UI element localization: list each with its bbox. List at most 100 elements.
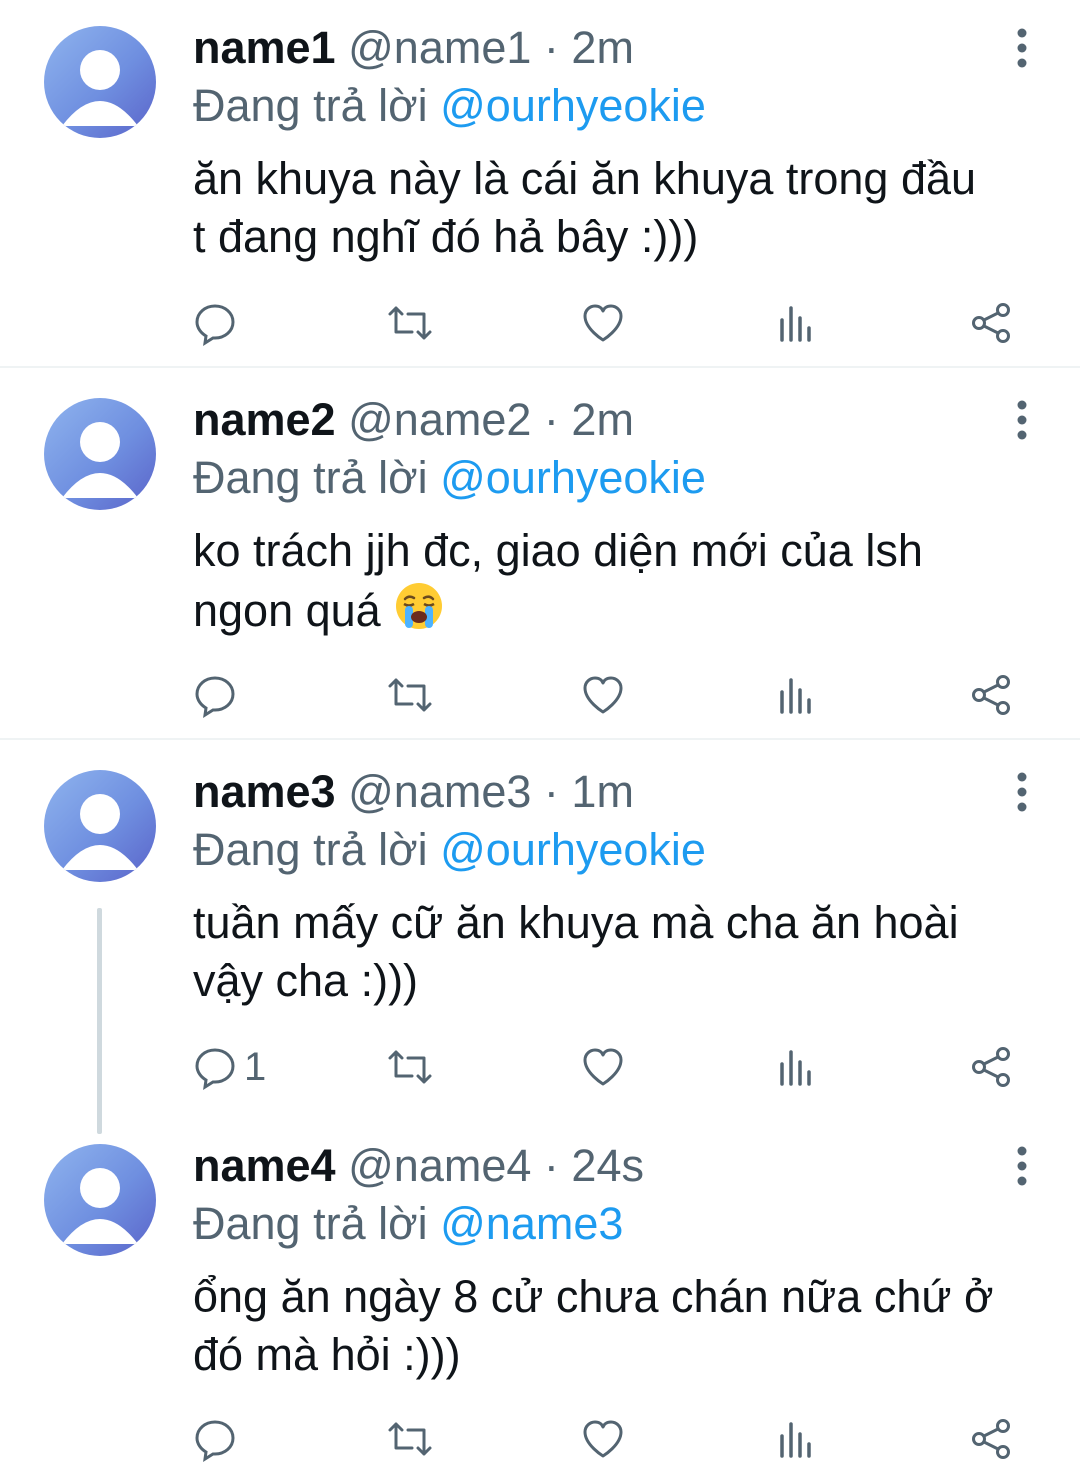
speech-bubble-icon: [195, 304, 235, 346]
reply-button[interactable]: [192, 1409, 244, 1469]
divider: [0, 738, 1080, 740]
avatar[interactable]: [44, 26, 156, 138]
username[interactable]: @name4: [348, 1140, 531, 1191]
like-button[interactable]: [580, 1037, 626, 1097]
heart-icon: [583, 1420, 623, 1458]
tweet-actions: [0, 665, 1080, 725]
heart-icon: [583, 1048, 623, 1086]
replying-to: Đang trả lời @ourhyeokie: [193, 450, 706, 506]
separator-dot: ·: [543, 766, 559, 817]
tweet-text-content: ko trách jjh đc, giao diện mới của lsh n…: [193, 525, 923, 636]
views-button[interactable]: [776, 1037, 816, 1097]
display-name[interactable]: name4: [193, 1140, 336, 1191]
timestamp[interactable]: 24s: [571, 1140, 644, 1191]
speech-bubble-icon: [195, 1048, 235, 1090]
views-button[interactable]: [776, 293, 816, 353]
tweet-actions: [0, 293, 1080, 353]
share-button[interactable]: [968, 1037, 1014, 1097]
tweet-header: name2 @name2 · 2m: [193, 392, 634, 448]
vertical-dots-icon: [1017, 400, 1027, 440]
share-icon: [972, 303, 1010, 343]
timestamp[interactable]: 2m: [571, 394, 634, 445]
bar-chart-icon: [780, 678, 811, 714]
timestamp[interactable]: 1m: [571, 766, 634, 817]
more-options-button[interactable]: [1000, 1136, 1044, 1196]
divider: [0, 366, 1080, 368]
separator-dot: ·: [543, 22, 559, 73]
display-name[interactable]: name3: [193, 766, 336, 817]
like-button[interactable]: [580, 665, 626, 725]
share-icon: [972, 1419, 1010, 1459]
retweet-button[interactable]: [385, 665, 435, 725]
more-options-button[interactable]: [1000, 390, 1044, 450]
replying-to: Đang trả lời @ourhyeokie: [193, 822, 706, 878]
retweet-button[interactable]: [385, 1409, 435, 1469]
display-name[interactable]: name1: [193, 22, 336, 73]
tweet-text: ăn khuya này là cái ăn khuya trong đầu t…: [193, 153, 977, 262]
vertical-dots-icon: [1017, 772, 1027, 812]
share-button[interactable]: [968, 1409, 1014, 1469]
retweet-icon: [388, 1422, 432, 1456]
replying-to-label: Đang trả lời: [193, 80, 428, 131]
views-button[interactable]: [776, 665, 816, 725]
separator-dot: ·: [543, 394, 559, 445]
more-options-button[interactable]: [1000, 762, 1044, 822]
retweet-icon: [388, 306, 432, 340]
share-button[interactable]: [968, 293, 1014, 353]
tweet-text: ko trách jjh đc, giao diện mới của lsh n…: [193, 522, 1053, 640]
tweet[interactable]: name2 @name2 · 2m Đang trả lời @ourhyeok…: [0, 372, 1080, 740]
tweet-header: name3 @name3 · 1m: [193, 764, 634, 820]
share-icon: [972, 1047, 1010, 1087]
views-button[interactable]: [776, 1409, 816, 1469]
separator-dot: ·: [543, 1140, 559, 1191]
timestamp[interactable]: 2m: [571, 22, 634, 73]
reply-button[interactable]: [192, 665, 244, 725]
share-button[interactable]: [968, 665, 1014, 725]
tweet-text: ổng ăn ngày 8 cử chưa chán nữa chứ ở đó …: [193, 1271, 994, 1380]
speech-bubble-icon: [195, 676, 235, 718]
retweet-button[interactable]: [385, 293, 435, 353]
like-button[interactable]: [580, 1409, 626, 1469]
retweet-icon: [388, 1050, 432, 1084]
heart-icon: [583, 304, 623, 342]
replying-to-label: Đang trả lời: [193, 1198, 428, 1249]
reply-feed: name1 @name1 · 2m Đang trả lời @ourhyeok…: [0, 0, 1080, 1476]
replying-to: Đang trả lời @name3: [193, 1196, 623, 1252]
mention-link[interactable]: @ourhyeokie: [440, 824, 706, 875]
reply-count: 1: [244, 1044, 267, 1089]
heart-icon: [583, 676, 623, 714]
avatar[interactable]: [44, 398, 156, 510]
avatar[interactable]: [44, 1144, 156, 1256]
replying-to-label: Đang trả lời: [193, 824, 428, 875]
avatar[interactable]: [44, 770, 156, 882]
tweet[interactable]: name1 @name1 · 2m Đang trả lời @ourhyeok…: [0, 0, 1080, 368]
tweet[interactable]: name4 @name4 · 24s Đang trả lời @name3 ổ…: [0, 1118, 1080, 1476]
mention-link[interactable]: @ourhyeokie: [440, 80, 706, 131]
tweet-header: name4 @name4 · 24s: [193, 1138, 644, 1194]
username[interactable]: @name1: [348, 22, 531, 73]
reply-button[interactable]: 1: [192, 1037, 266, 1097]
mention-link[interactable]: @ourhyeokie: [440, 452, 706, 503]
username[interactable]: @name3: [348, 766, 531, 817]
vertical-dots-icon: [1017, 28, 1027, 68]
tweet[interactable]: name3 @name3 · 1m Đang trả lời @ourhyeok…: [0, 744, 1080, 1134]
replying-to: Đang trả lời @ourhyeokie: [193, 78, 706, 134]
retweet-button[interactable]: [385, 1037, 435, 1097]
bar-chart-icon: [780, 306, 811, 342]
loudly-crying-face-emoji: [396, 583, 443, 629]
mention-link[interactable]: @name3: [440, 1198, 623, 1249]
display-name[interactable]: name2: [193, 394, 336, 445]
bar-chart-icon: [780, 1050, 811, 1086]
tweet-header: name1 @name1 · 2m: [193, 20, 634, 76]
share-icon: [972, 675, 1010, 715]
retweet-icon: [388, 678, 432, 712]
bar-chart-icon: [780, 1422, 811, 1458]
reply-button[interactable]: [192, 293, 244, 353]
vertical-dots-icon: [1017, 1146, 1027, 1186]
tweet-actions: [0, 1409, 1080, 1469]
more-options-button[interactable]: [1000, 18, 1044, 78]
like-button[interactable]: [580, 293, 626, 353]
tweet-actions: 1: [0, 1037, 1080, 1097]
speech-bubble-icon: [195, 1420, 235, 1462]
username[interactable]: @name2: [348, 394, 531, 445]
